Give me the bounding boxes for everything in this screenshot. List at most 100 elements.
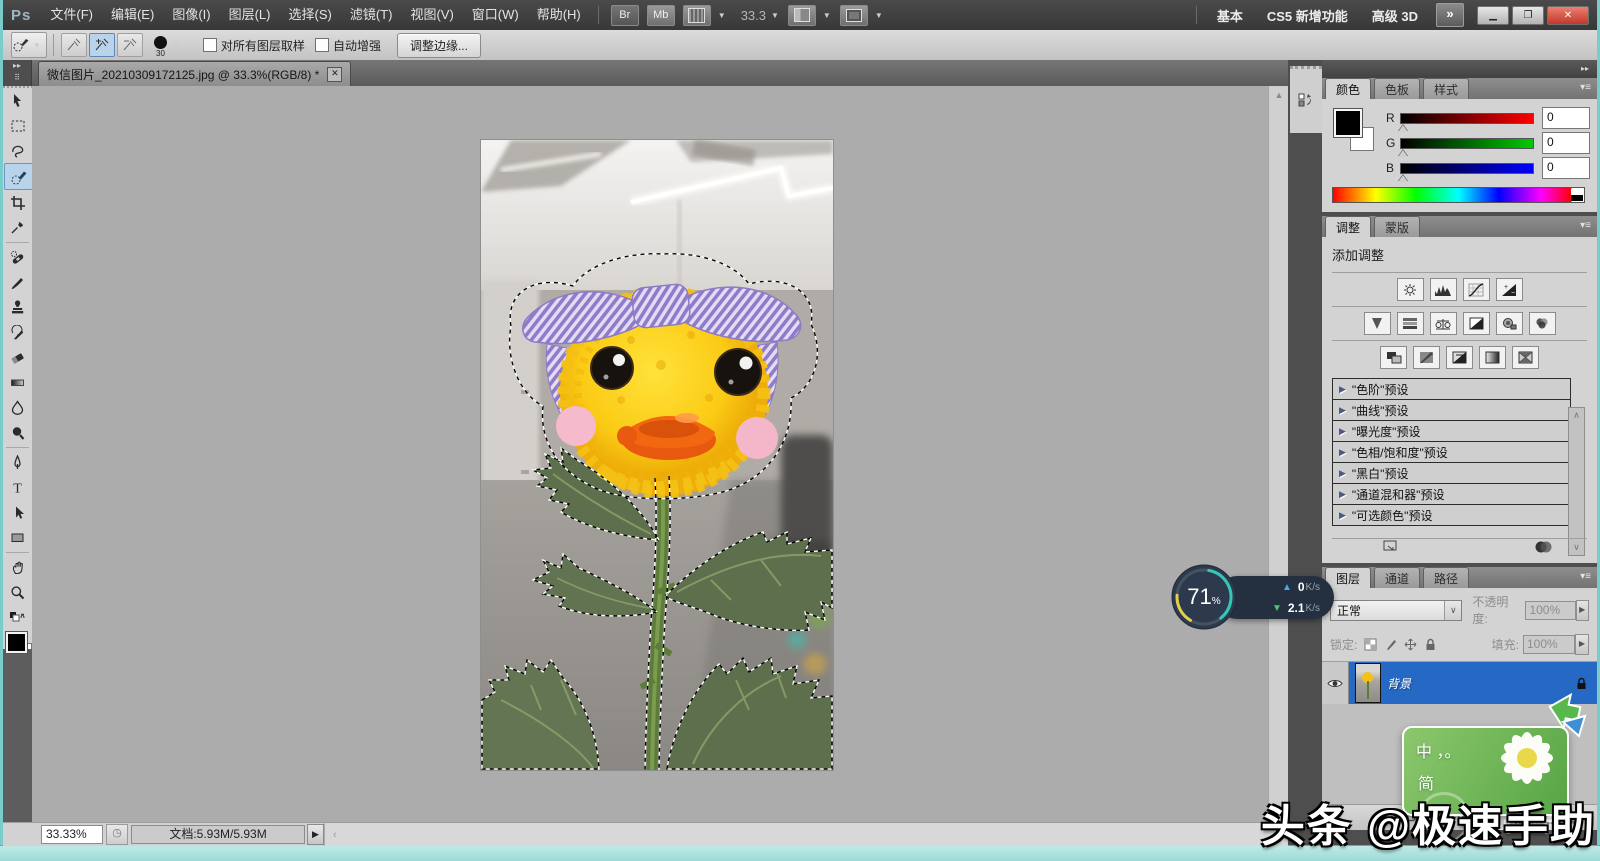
channel-g-value[interactable]: 0: [1542, 132, 1590, 154]
tab-swatches[interactable]: 色板: [1374, 78, 1420, 99]
launch-bridge-button[interactable]: Br: [611, 5, 639, 26]
arrange-documents-button[interactable]: [788, 5, 816, 26]
canvas-vertical-scrollbar[interactable]: ▲ ▼: [1268, 86, 1289, 822]
history-brush-tool[interactable]: [4, 320, 31, 345]
menu-image[interactable]: 图像(I): [163, 0, 219, 30]
opacity-value[interactable]: 100%: [1525, 601, 1575, 620]
refine-edge-button[interactable]: 调整边缘...: [397, 33, 481, 58]
tab-masks[interactable]: 蒙版: [1374, 216, 1420, 237]
hue-saturation-icon[interactable]: [1397, 312, 1424, 335]
view-extras-button[interactable]: [683, 5, 711, 26]
tab-channels[interactable]: 通道: [1374, 567, 1420, 588]
eraser-tool[interactable]: [4, 345, 31, 370]
scroll-up-icon[interactable]: ∧: [1569, 410, 1584, 421]
foreground-color-swatch[interactable]: [1334, 109, 1362, 137]
chevron-down-icon[interactable]: ▼: [823, 11, 831, 20]
chevron-down-icon[interactable]: ▼: [771, 11, 779, 20]
marquee-tool[interactable]: [4, 113, 31, 138]
blur-tool[interactable]: [4, 395, 31, 420]
tool-preset-picker[interactable]: ▼: [11, 32, 47, 58]
preset-hue-saturation[interactable]: ▶"色相/饱和度"预设: [1333, 442, 1570, 463]
lock-position-icon[interactable]: [1403, 637, 1418, 652]
document-image[interactable]: [481, 140, 833, 770]
tab-paths[interactable]: 路径: [1423, 567, 1469, 588]
channel-g-slider[interactable]: [1400, 138, 1534, 149]
blend-mode-select[interactable]: 正常 ∨: [1330, 600, 1462, 621]
workspace-overflow-button[interactable]: »: [1436, 3, 1464, 27]
expander-icon[interactable]: ▶: [1339, 510, 1346, 521]
swap-colors-widget[interactable]: [4, 605, 31, 630]
channel-r-value[interactable]: 0: [1542, 107, 1590, 129]
gradient-tool[interactable]: [4, 370, 31, 395]
menu-filter[interactable]: 滤镜(T): [341, 0, 402, 30]
posterize-icon[interactable]: [1413, 346, 1440, 369]
bw-ramp-end[interactable]: [1571, 189, 1583, 201]
add-to-selection-mode-button[interactable]: [89, 33, 115, 57]
opacity-arrow[interactable]: ▶: [1576, 600, 1589, 621]
fill-arrow[interactable]: ▶: [1575, 634, 1589, 655]
gradient-map-icon[interactable]: [1479, 346, 1506, 369]
exposure-icon[interactable]: +−: [1496, 278, 1523, 301]
slider-thumb[interactable]: [1398, 125, 1408, 132]
preset-curves[interactable]: ▶"曲线"预设: [1333, 400, 1570, 421]
lock-paint-icon[interactable]: [1383, 637, 1398, 652]
photo-filter-icon[interactable]: [1496, 312, 1523, 335]
tab-color[interactable]: 颜色: [1325, 78, 1371, 99]
dodge-tool[interactable]: [4, 420, 31, 445]
type-tool[interactable]: T: [4, 475, 31, 500]
vibrance-icon[interactable]: [1364, 312, 1391, 335]
brightness-contrast-icon[interactable]: [1397, 278, 1424, 301]
pen-tool[interactable]: [4, 450, 31, 475]
preset-levels[interactable]: ▶"色阶"预设: [1333, 379, 1570, 400]
tab-layers[interactable]: 图层: [1325, 567, 1371, 588]
panel-menu-icon[interactable]: ▾≡: [1580, 220, 1591, 231]
scroll-up-icon[interactable]: ▲: [1269, 90, 1289, 100]
quick-selection-tool[interactable]: [4, 163, 33, 190]
history-panel-collapsed-button[interactable]: [1290, 66, 1322, 133]
curves-icon[interactable]: [1463, 278, 1490, 301]
channel-b-value[interactable]: 0: [1542, 157, 1590, 179]
zoom-level-field[interactable]: 33.3: [741, 8, 766, 23]
slider-thumb[interactable]: [1398, 150, 1408, 157]
lock-all-icon[interactable]: [1423, 637, 1438, 652]
chevron-down-icon[interactable]: ▼: [718, 11, 726, 20]
expanded-view-button[interactable]: [1382, 539, 1400, 559]
brush-tool[interactable]: [4, 270, 31, 295]
tab-styles[interactable]: 样式: [1423, 78, 1469, 99]
clip-to-layer-button[interactable]: [1533, 540, 1553, 559]
panel-menu-icon[interactable]: ▾≡: [1580, 571, 1591, 582]
preset-exposure[interactable]: ▶"曝光度"预设: [1333, 421, 1570, 442]
expander-icon[interactable]: ▶: [1339, 489, 1346, 500]
tab-adjustments[interactable]: 调整: [1325, 216, 1371, 237]
menu-window[interactable]: 窗口(W): [463, 0, 528, 30]
auto-enhance-checkbox[interactable]: [315, 38, 329, 52]
status-zoom-field[interactable]: 33.33%: [41, 825, 103, 844]
hand-tool[interactable]: [4, 555, 31, 580]
close-button[interactable]: ✕: [1547, 6, 1589, 25]
minimize-button[interactable]: ▁: [1477, 6, 1509, 25]
channel-r-slider[interactable]: [1400, 113, 1534, 124]
menu-edit[interactable]: 编辑(E): [102, 0, 163, 30]
menu-file[interactable]: 文件(F): [41, 0, 102, 30]
color-spectrum-ramp[interactable]: [1332, 187, 1585, 203]
expander-icon[interactable]: ▶: [1339, 426, 1346, 437]
dock-collapse-button[interactable]: ▸▸: [1322, 60, 1597, 78]
subtract-from-selection-mode-button[interactable]: [117, 33, 143, 57]
layer-thumbnail[interactable]: [1355, 663, 1381, 703]
net-monitor-ball[interactable]: 71%: [1170, 563, 1238, 631]
expander-icon[interactable]: ▶: [1339, 405, 1346, 416]
shape-tool[interactable]: [4, 525, 31, 550]
scroll-left-icon[interactable]: ‹: [333, 829, 337, 841]
lasso-tool[interactable]: [4, 138, 31, 163]
expander-icon[interactable]: ▶: [1339, 384, 1346, 395]
spot-healing-brush-tool[interactable]: [4, 245, 31, 270]
slider-thumb[interactable]: [1398, 175, 1408, 182]
panel-menu-icon[interactable]: ▾≡: [1580, 82, 1591, 93]
move-tool[interactable]: [4, 88, 31, 113]
threshold-icon[interactable]: [1446, 346, 1473, 369]
restore-button[interactable]: ❐: [1512, 6, 1544, 25]
black-white-icon[interactable]: [1463, 312, 1490, 335]
crop-tool[interactable]: [4, 190, 31, 215]
lock-transparency-icon[interactable]: [1363, 637, 1378, 652]
chevron-down-icon[interactable]: ▼: [875, 11, 883, 20]
